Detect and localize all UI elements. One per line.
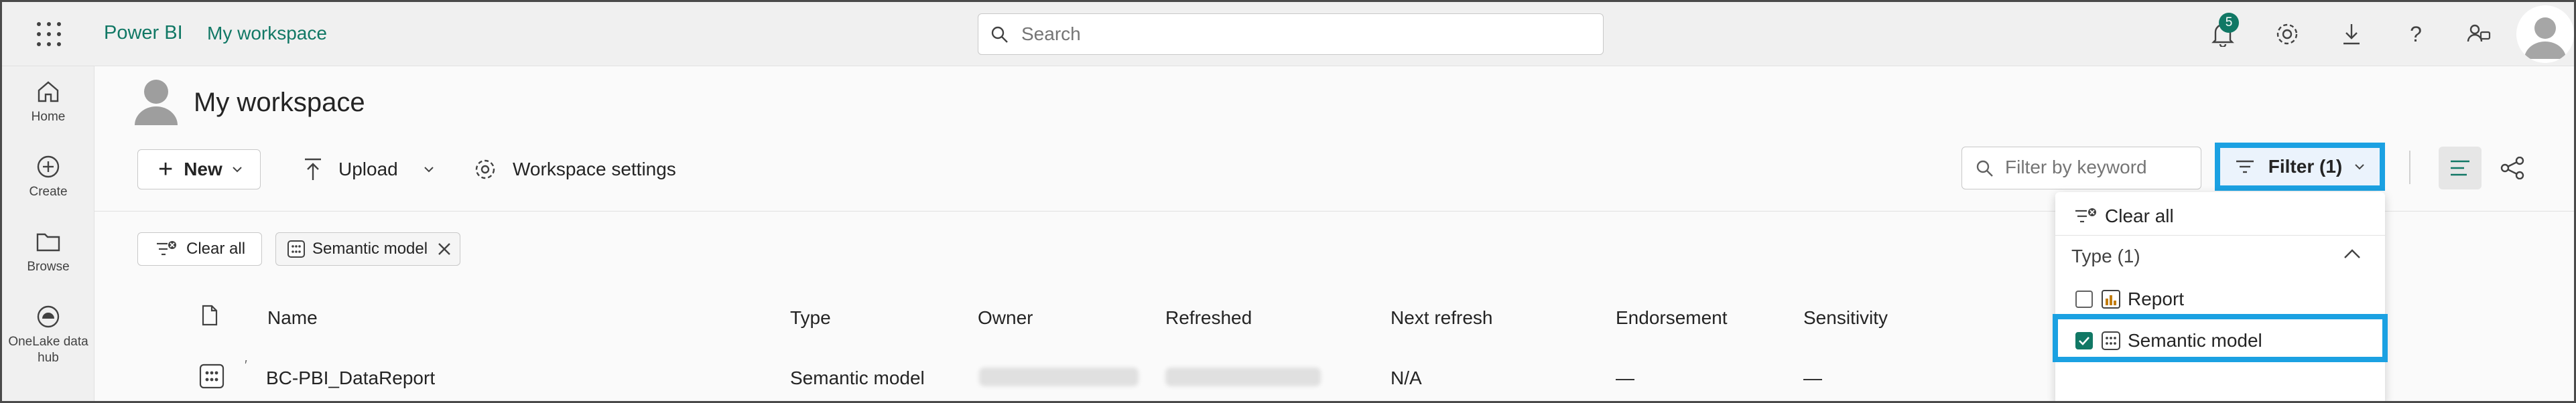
page-title: My workspace [194,88,365,117]
app-window: Power BI My workspace 5 ? [0,0,2576,403]
column-header-next-refresh[interactable]: Next refresh [1391,307,1493,329]
filter-dropdown-panel: Clear all Type (1) Report Semantic model [2055,192,2385,401]
filter-label: Filter (1) [2268,156,2343,177]
list-view-icon [2451,160,2469,176]
semantic-model-highlight-box [2053,314,2388,362]
active-filter-label: Semantic model [312,240,428,258]
brand-name[interactable]: Power BI [104,22,183,44]
row-indicator-icon: ′ [245,358,247,373]
dropdown-clear-all[interactable]: Clear all [2074,202,2174,231]
filter-by-keyword-box[interactable] [1961,147,2201,189]
dropdown-separator [2055,235,2385,236]
row-name[interactable]: BC-PBI_DataReport [266,368,435,389]
clear-all-label: Clear all [186,240,246,258]
left-nav-rail: Home Create Browse OneLake data hub [2,66,94,401]
upload-icon [305,158,321,180]
file-type-column-icon [202,305,218,331]
chevron-down-icon [233,167,242,173]
breadcrumb-workspace[interactable]: My workspace [207,23,327,44]
rail-item-create[interactable]: Create [2,152,94,200]
search-input[interactable] [1021,22,1571,46]
semantic-model-icon [287,240,305,258]
clear-filter-icon [2075,208,2096,223]
column-header-name[interactable]: Name [267,307,318,329]
upload-label: Upload [338,159,398,179]
report-checkbox[interactable] [2075,291,2093,308]
semantic-model-filter-chip[interactable]: Semantic model [275,232,460,266]
rail-item-home[interactable]: Home [2,77,94,125]
filter-button[interactable]: Filter (1) [2215,143,2385,191]
chevron-down-icon [424,167,434,173]
report-icon [2102,290,2120,309]
new-label: New [184,159,222,179]
notification-count-badge: 5 [2219,13,2239,33]
app-launcher-icon[interactable] [37,22,61,46]
search-icon [1976,160,1993,177]
lineage-view-toggle[interactable] [2495,151,2530,185]
row-type: Semantic model [790,368,925,388]
rail-label-create: Create [29,185,68,199]
svg-text:?: ? [2410,22,2422,46]
column-header-owner[interactable]: Owner [978,307,1033,329]
filter-keyword-input[interactable] [2005,157,2193,178]
close-icon[interactable] [437,242,452,256]
column-header-sensitivity[interactable]: Sensitivity [1803,307,1888,329]
workspace-avatar [133,77,179,125]
clear-filter-icon [157,241,176,256]
help-icon[interactable]: ? [2400,18,2432,50]
clear-all-filters-chip[interactable]: Clear all [137,232,262,266]
chevron-up-icon[interactable] [2343,248,2361,259]
dropdown-clear-all-label: Clear all [2105,206,2174,226]
column-header-type[interactable]: Type [790,307,831,329]
report-option-label: Report [2128,289,2185,309]
semantic-model-icon [199,364,224,394]
list-view-toggle[interactable] [2439,147,2482,189]
home-icon [34,77,63,106]
row-endorsement: — [1616,368,1634,388]
settings-gear-icon[interactable] [2271,18,2303,50]
column-header-endorsement[interactable]: Endorsement [1616,307,1728,329]
rail-item-onelake[interactable]: OneLake data hub [2,302,94,366]
type-group-label[interactable]: Type (1) [2071,246,2140,267]
download-icon[interactable] [2335,18,2368,50]
plus-icon: + [158,155,174,183]
settings-gear-icon [475,159,495,179]
rail-item-browse[interactable]: Browse [2,227,94,275]
column-header-refreshed[interactable]: Refreshed [1165,307,1252,329]
chevron-down-icon [2355,164,2364,170]
folder-icon [34,227,63,256]
filter-lines-icon [2236,160,2254,173]
feedback-icon[interactable] [2463,18,2495,50]
rail-label-browse: Browse [27,260,70,274]
search-icon [991,26,1008,43]
top-bar: Power BI My workspace 5 ? [2,2,2574,66]
row-owner-redacted [979,368,1139,386]
search-box[interactable] [978,13,1604,55]
toolbar-divider [2409,151,2410,184]
new-button[interactable]: + New [137,149,261,189]
rail-label-onelake: OneLake data hub [8,335,88,365]
upload-button[interactable]: Upload [302,149,434,189]
create-plus-icon [34,152,63,181]
lineage-icon [2500,157,2524,179]
account-avatar[interactable] [2516,5,2574,63]
onelake-icon [34,302,63,331]
workspace-settings-button[interactable]: Workspace settings [474,149,676,189]
rail-label-home: Home [31,110,66,124]
row-sensitivity: — [1803,368,1822,388]
workspace-settings-label: Workspace settings [513,159,676,179]
filter-option-report[interactable]: Report [2075,285,2184,314]
row-refreshed-redacted [1165,368,1321,386]
row-next-refresh: N/A [1391,368,1422,388]
